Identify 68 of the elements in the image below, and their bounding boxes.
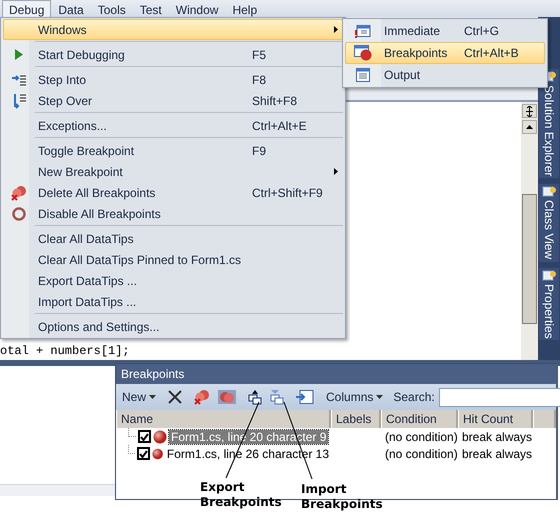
- new-button[interactable]: New: [120, 388, 158, 406]
- panel-icon: [542, 270, 556, 282]
- up-arrow-icon: [526, 125, 533, 129]
- go-to-source-button[interactable]: [294, 388, 316, 406]
- submenu-arrow-icon: [334, 168, 338, 175]
- panel-icon: [542, 186, 556, 198]
- side-tab[interactable]: Class View: [539, 184, 559, 262]
- menu-item[interactable]: Export DataTips ...: [3, 270, 343, 291]
- menu-item[interactable]: Windows: [3, 19, 343, 40]
- side-tab[interactable]: Solution Explorer: [539, 69, 559, 178]
- menu-item[interactable]: Import DataTips ...: [3, 291, 343, 312]
- column-header[interactable]: Hit Count: [458, 410, 533, 428]
- menu-bar-item[interactable]: Debug: [2, 0, 52, 17]
- menu-item[interactable]: Options and Settings...: [3, 316, 343, 337]
- breakpoint-icon: [153, 430, 167, 444]
- menu-item[interactable]: Clear All DataTips Pinned to Form1.cs: [3, 249, 343, 270]
- menu-bar-item[interactable]: Window: [168, 0, 226, 17]
- condition-cell-text: (no condition): [384, 430, 458, 444]
- disable-all-button[interactable]: [216, 387, 238, 407]
- breakpoints-window-icon: [354, 45, 372, 61]
- breakpoint-icon: [152, 446, 163, 460]
- import-button[interactable]: [268, 387, 286, 407]
- window-icon: [355, 24, 371, 38]
- code-line: otal + numbers[1];: [0, 344, 131, 358]
- delete-breakpoints-icon: [194, 389, 210, 405]
- menu-item[interactable]: Exceptions... Ctrl+Alt+E: [3, 115, 343, 136]
- caret-icon: [149, 395, 156, 399]
- split-handle[interactable]: [522, 104, 537, 118]
- delete-button[interactable]: [166, 388, 184, 406]
- menu-bar-item[interactable]: Tools: [90, 0, 133, 17]
- split-icon: [525, 106, 534, 116]
- menu-bar-item[interactable]: Help: [225, 0, 264, 17]
- menu-item[interactable]: Delete All Breakpoints Ctrl+Shift+F9: [3, 182, 343, 203]
- annotation-label: Import Breakpoints: [301, 482, 384, 512]
- scroll-up-button[interactable]: [522, 120, 537, 134]
- delete-breakpoints-icon: [11, 184, 27, 200]
- side-tab[interactable]: Properties: [539, 268, 559, 340]
- menu-bar-item[interactable]: Data: [51, 0, 91, 17]
- menu-item[interactable]: New Breakpoint: [3, 161, 343, 182]
- columns-button[interactable]: Columns: [324, 388, 386, 406]
- caret-icon: [376, 395, 384, 399]
- menu-bar-item[interactable]: Test: [132, 0, 169, 17]
- window-title: Breakpoints: [116, 364, 556, 384]
- hit-count-cell-text: break always: [461, 446, 534, 460]
- condition-cell-text: (no condition): [384, 446, 458, 460]
- menu-item[interactable]: Breakpoints Ctrl+Alt+B: [345, 42, 545, 64]
- output-window-icon: [356, 68, 370, 82]
- scrollbar[interactable]: [521, 102, 538, 360]
- checkbox[interactable]: [138, 430, 151, 443]
- menu-item[interactable]: Clear All DataTips: [3, 228, 343, 249]
- menu-item[interactable]: Toggle Breakpoint F9: [3, 140, 343, 161]
- menu-item[interactable]: Step Into F8: [3, 69, 343, 90]
- menu-item[interactable]: Disable All Breakpoints: [3, 203, 343, 224]
- checkbox[interactable]: [136, 447, 150, 460]
- step-into-icon: [11, 74, 27, 86]
- header-filler: [533, 410, 556, 428]
- submenu-arrow-icon: [334, 26, 338, 33]
- menu-item[interactable]: Step Over Shift+F8: [3, 90, 343, 111]
- column-header[interactable]: Condition: [381, 410, 458, 428]
- search-label: Search:: [393, 390, 435, 404]
- hit-count-cell-text: break always: [461, 430, 534, 444]
- step-over-icon: [11, 92, 27, 108]
- ring-icon: [12, 206, 26, 220]
- menu-item[interactable]: Start Debugging F5: [3, 44, 343, 65]
- scroll-thumb[interactable]: [522, 194, 537, 324]
- menu-item[interactable]: Immediate Ctrl+G: [345, 20, 545, 42]
- column-header[interactable]: Labels: [331, 410, 381, 428]
- play-icon: [15, 49, 23, 60]
